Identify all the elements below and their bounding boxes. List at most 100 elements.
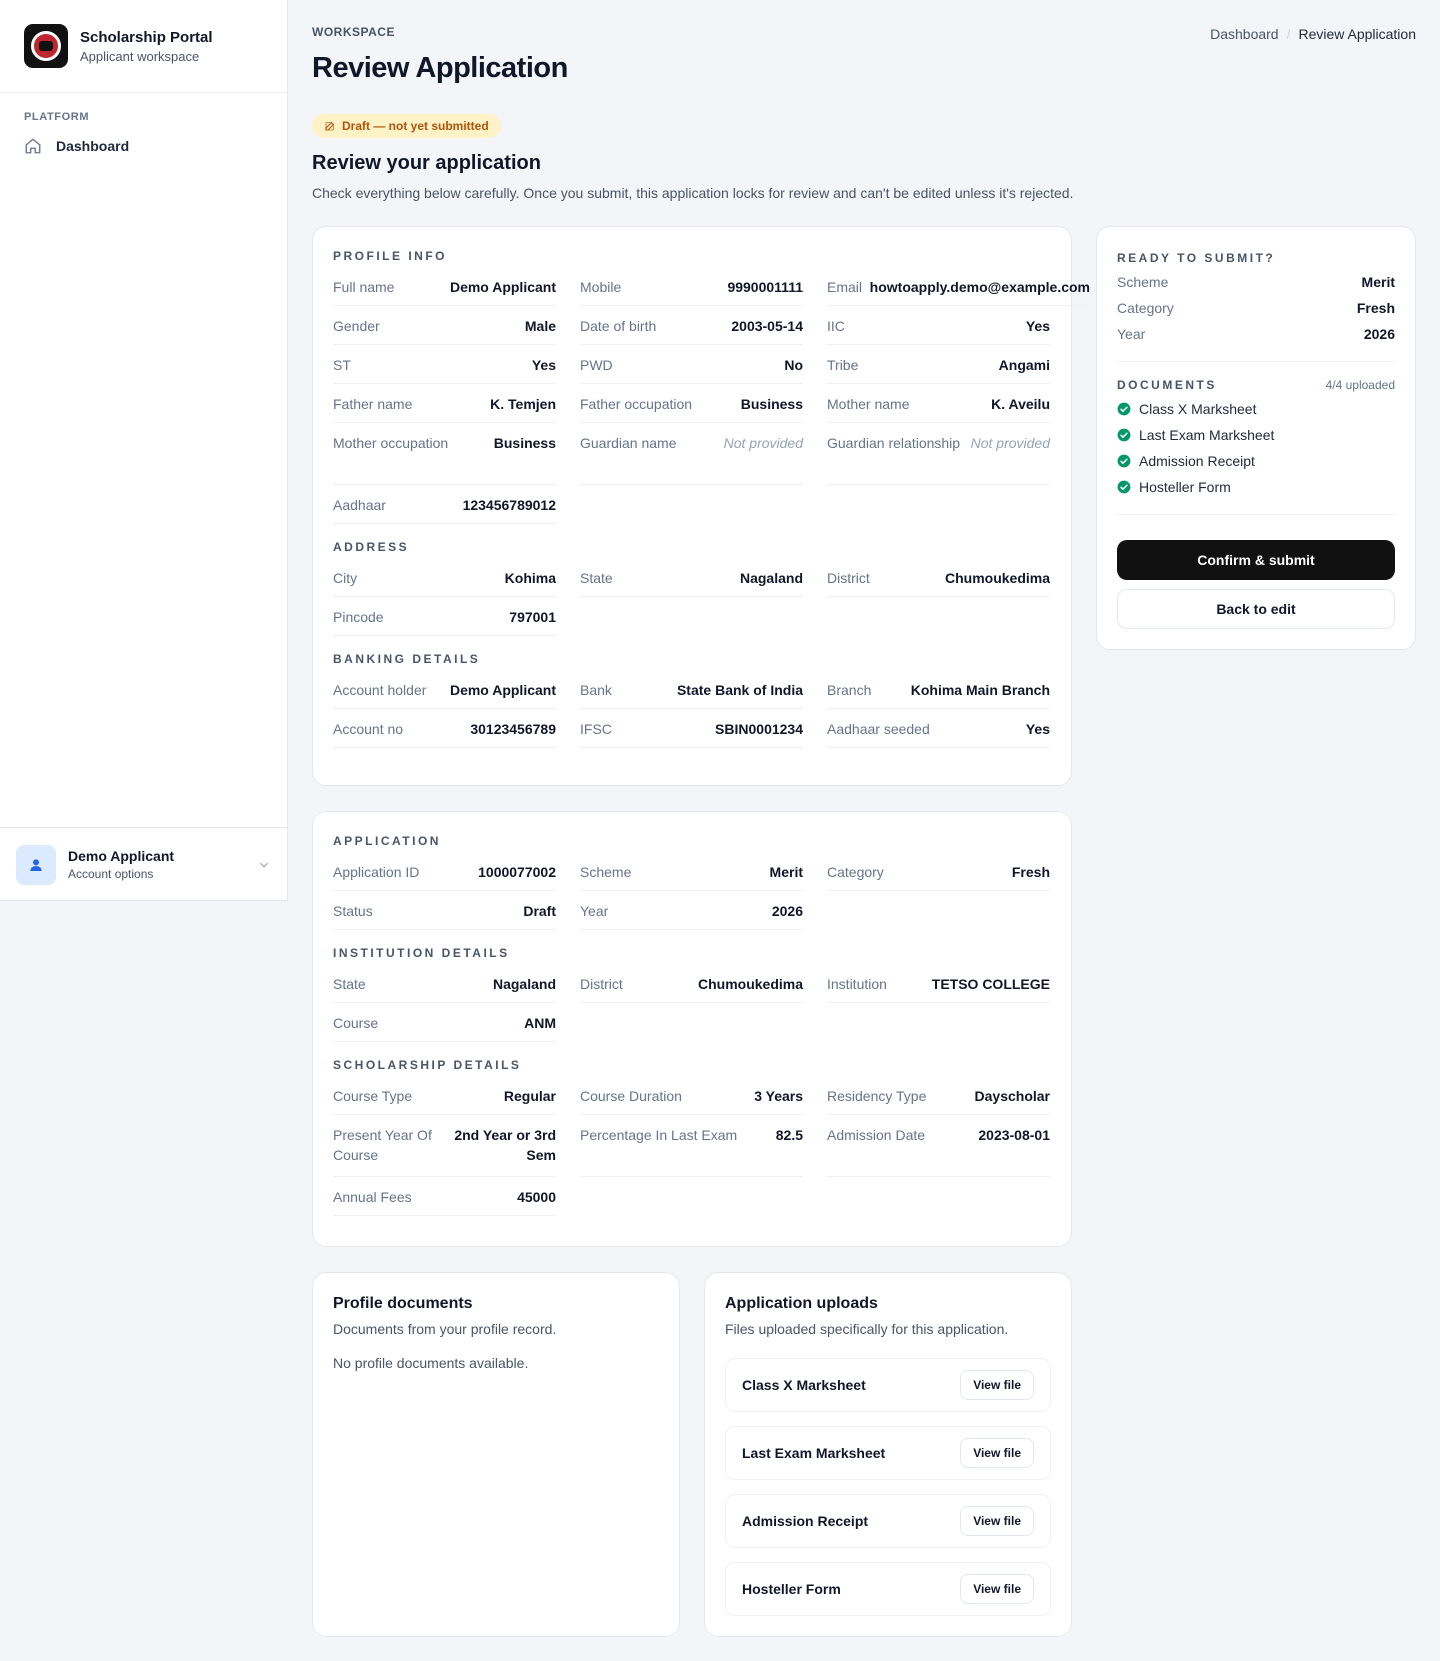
chevron-down-icon[interactable] bbox=[257, 858, 271, 872]
field-label: Account holder bbox=[333, 682, 427, 698]
field-value: SBIN0001234 bbox=[715, 721, 803, 737]
detail-field: Father name K. Temjen bbox=[333, 384, 556, 423]
view-file-button[interactable]: View file bbox=[960, 1370, 1034, 1400]
back-to-edit-button[interactable]: Back to edit bbox=[1117, 589, 1395, 629]
field-value: 2026 bbox=[771, 903, 803, 919]
breadcrumb-current: Review Application bbox=[1298, 26, 1416, 42]
detail-field: Date of birth 2003-05-14 bbox=[580, 306, 803, 345]
address-grid: City Kohima State Nagaland District Chumouked… bbox=[333, 558, 1051, 636]
institution-grid: State Nagaland District Chumoukedima Institu… bbox=[333, 964, 1051, 1042]
field-value: 2nd Year or 3rd Sem bbox=[454, 1127, 556, 1163]
upload-item: Admission Receipt View file bbox=[725, 1494, 1051, 1548]
view-file-button[interactable]: View file bbox=[960, 1438, 1034, 1468]
detail-field: IFSC SBIN0001234 bbox=[580, 709, 803, 748]
field-label: ST bbox=[333, 357, 351, 373]
document-name: Class X Marksheet bbox=[1139, 401, 1257, 417]
detail-field: Aadhaar seeded Yes bbox=[827, 709, 1050, 748]
breadcrumb-separator: / bbox=[1286, 26, 1291, 42]
field-value: 2023-08-01 bbox=[978, 1127, 1050, 1143]
field-label: Tribe bbox=[827, 357, 859, 373]
card-description: Documents from your profile record. bbox=[333, 1321, 557, 1337]
edit-icon bbox=[325, 121, 335, 131]
field-label: State bbox=[333, 976, 366, 992]
field-value: Yes bbox=[1025, 318, 1050, 334]
detail-field: Present Year Of Course 2nd Year or 3rd Se… bbox=[333, 1115, 556, 1177]
upload-item: Last Exam Marksheet View file bbox=[725, 1426, 1051, 1480]
field-label: Guardian name bbox=[580, 435, 677, 451]
detail-field: District Chumoukedima bbox=[827, 558, 1050, 597]
brand: Scholarship Portal Applicant workspace bbox=[0, 0, 287, 93]
sidebar: Scholarship Portal Applicant workspace P… bbox=[0, 0, 288, 901]
field-value: Not provided bbox=[723, 435, 803, 451]
field-value: 9990001111 bbox=[727, 279, 803, 295]
field-value: Kohima bbox=[504, 570, 556, 586]
summary-row: Year 2026 bbox=[1117, 325, 1395, 343]
detail-field: Father occupation Business bbox=[580, 384, 803, 423]
detail-field: Annual Fees 45000 bbox=[333, 1177, 556, 1216]
field-label: Admission Date bbox=[827, 1127, 926, 1143]
user-icon bbox=[30, 858, 42, 871]
detail-field: Pincode 797001 bbox=[333, 597, 556, 636]
field-value: 3 Years bbox=[754, 1088, 803, 1104]
detail-field: Course Duration 3 Years bbox=[580, 1076, 803, 1115]
field-value: 123456789012 bbox=[462, 497, 556, 513]
detail-field: Full name Demo Applicant bbox=[333, 267, 556, 306]
field-label: Account no bbox=[333, 721, 404, 737]
upload-name: Admission Receipt bbox=[742, 1513, 869, 1529]
field-label: Mobile bbox=[580, 279, 622, 295]
brand-title: Scholarship Portal bbox=[80, 28, 213, 46]
confirm-submit-button[interactable]: Confirm & submit bbox=[1117, 540, 1395, 580]
application-grid: Application ID 1000077002 Scheme Merit Categ… bbox=[333, 852, 1051, 930]
field-label: Father occupation bbox=[580, 396, 693, 412]
detail-field: Percentage In Last Exam 82.5 bbox=[580, 1115, 803, 1177]
section-heading: APPLICATION bbox=[333, 834, 441, 848]
profile-grid: Full name Demo Applicant Mobile 9990001111 E… bbox=[333, 267, 1090, 524]
document-check-item: Class X Marksheet bbox=[1117, 400, 1395, 418]
document-name: Last Exam Marksheet bbox=[1139, 427, 1275, 443]
document-name: Hosteller Form bbox=[1139, 479, 1231, 495]
breadcrumb-dashboard[interactable]: Dashboard bbox=[1210, 26, 1279, 42]
field-value: State Bank of India bbox=[676, 682, 803, 698]
detail-field: Category Fresh bbox=[827, 852, 1050, 891]
card-title: Profile documents bbox=[333, 1295, 473, 1312]
view-file-button[interactable]: View file bbox=[960, 1574, 1034, 1604]
detail-field: Year 2026 bbox=[580, 891, 803, 930]
page-title: Review Application bbox=[312, 52, 568, 84]
detail-field: Admission Date 2023-08-01 bbox=[827, 1115, 1050, 1177]
detail-field: Status Draft bbox=[333, 891, 556, 930]
detail-field: Scheme Merit bbox=[580, 852, 803, 891]
field-value: Demo Applicant bbox=[449, 682, 556, 698]
application-card: APPLICATION Application ID 1000077002 Sche… bbox=[312, 811, 1072, 1247]
avatar bbox=[16, 844, 56, 885]
document-check-item: Hosteller Form bbox=[1117, 478, 1395, 496]
detail-field: District Chumoukedima bbox=[580, 964, 803, 1003]
field-value: ANM bbox=[524, 1015, 556, 1031]
section-heading: BANKING DETAILS bbox=[333, 652, 481, 666]
field-label: Annual Fees bbox=[333, 1189, 412, 1205]
field-value: Not provided bbox=[970, 435, 1050, 451]
field-value: Regular bbox=[503, 1088, 556, 1104]
field-value: No bbox=[784, 357, 803, 373]
documents-checklist: Class X Marksheet Last Exam Marksheet Admi… bbox=[1117, 400, 1395, 496]
field-value: Business bbox=[493, 435, 556, 451]
field-label: Email bbox=[827, 279, 863, 295]
field-value: Nagaland bbox=[739, 570, 803, 586]
submit-summary-card: READY TO SUBMIT? Scheme Merit Category Fre… bbox=[1096, 226, 1416, 650]
check-circle-icon bbox=[1117, 402, 1131, 416]
view-file-button[interactable]: View file bbox=[960, 1506, 1034, 1536]
field-label: District bbox=[580, 976, 623, 992]
empty-state-text: No profile documents available. bbox=[333, 1355, 529, 1371]
field-value: TETSO COLLEGE bbox=[931, 976, 1050, 992]
summary-label: Scheme bbox=[1117, 274, 1169, 290]
field-label: Gender bbox=[333, 318, 380, 334]
account-menu[interactable]: Demo Applicant Account options bbox=[0, 827, 287, 901]
detail-field: IIC Yes bbox=[827, 306, 1050, 345]
sidebar-item-dashboard[interactable]: Dashboard bbox=[24, 137, 263, 155]
field-value: K. Aveilu bbox=[991, 396, 1050, 412]
summary-row: Scheme Merit bbox=[1117, 273, 1395, 291]
field-label: Mother occupation bbox=[333, 435, 449, 451]
documents-count: 4/4 uploaded bbox=[1325, 378, 1395, 392]
field-label: Guardian relationship bbox=[827, 435, 961, 451]
field-value: Dayscholar bbox=[974, 1088, 1050, 1104]
detail-field: Course Type Regular bbox=[333, 1076, 556, 1115]
